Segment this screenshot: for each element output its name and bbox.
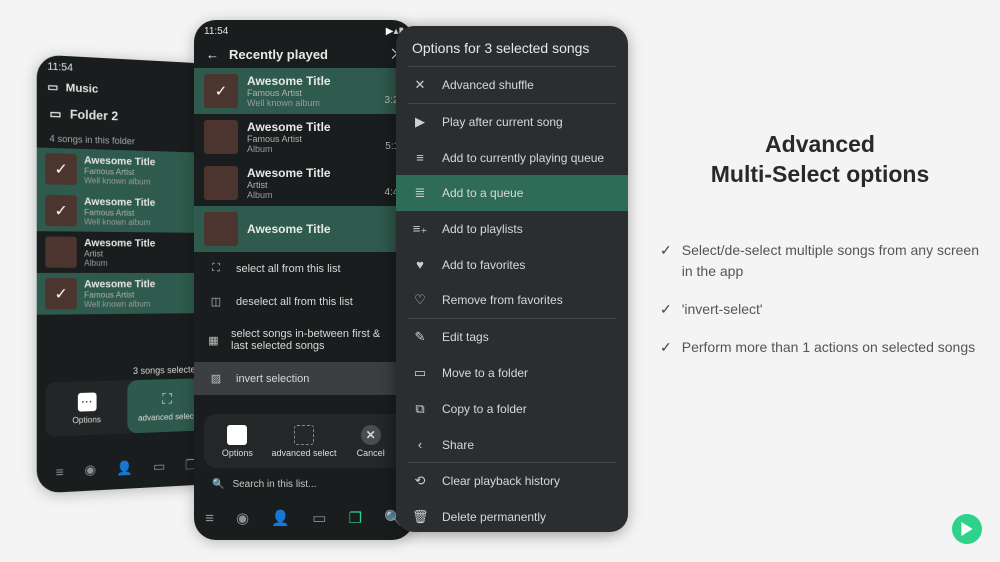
page-header: ← Recently played ⤨ [194,40,414,68]
close-icon: ✕ [361,425,381,445]
option-item[interactable]: ≣Add to a queue [396,175,628,211]
play-icon[interactable]: ◉ [84,462,96,479]
selection-toolbar: Options advanced select ✕Cancel [204,414,404,468]
folder-icon[interactable]: ▭ [312,509,326,527]
select-icon: ⛶ [158,390,176,409]
play-icon [960,522,974,536]
dots-icon [227,425,247,445]
album-art [204,212,238,246]
selection-toolbar: ⋯ Options ⛶ advanced select [45,378,206,437]
search-icon: 🔍 [212,479,224,490]
clock: 11:54 [204,26,382,37]
option-icon: ‹ [412,437,428,452]
options-button[interactable]: Options [204,414,271,468]
folder-icon[interactable]: ▭ [153,458,165,475]
option-icon: ♥ [412,257,428,272]
option-icon: ♡ [412,292,428,308]
bullet-item: ✓Select/de-select multiple songs from an… [660,240,980,283]
option-item[interactable]: 🗑Delete permanently [396,499,628,532]
option-icon: ✎ [412,329,428,345]
marketing-copy: AdvancedMulti-Select options ✓Select/de-… [660,130,980,375]
album-art: ✓ [45,153,77,185]
page-title: Recently played [229,47,328,62]
bullet-item: ✓'invert-select' [660,299,980,321]
song-row[interactable]: Awesome TitleArtistAlbum4:49 [194,160,414,206]
album-art [204,166,238,200]
option-icon: ▶ [412,114,428,130]
song-row[interactable]: ✓Awesome TitleFamous ArtistWell known al… [37,147,214,193]
option-item[interactable]: ✕Advanced shuffle [396,67,628,103]
queue-icon[interactable]: ≡ [205,510,214,527]
song-row[interactable]: Awesome TitleFamous ArtistAlbum5:11 [194,114,414,160]
advanced-select-button[interactable]: advanced select [271,414,338,468]
select-action[interactable]: ▨invert selection [194,362,414,395]
select-icon: ⛶ [208,262,224,275]
option-icon: 🗑 [412,509,428,525]
select-icon [294,425,314,445]
folder-icon: ▭ [47,80,58,94]
option-item[interactable]: ‹Share [396,427,628,462]
search-input[interactable]: 🔍 Search in this list... [204,472,404,496]
select-action[interactable]: ◫deselect all from this list [194,285,414,318]
song-row[interactable]: ✓Awesome TitleFamous ArtistWell known al… [37,273,214,315]
bottom-nav: ≡ ◉ 👤 ▭ ❐ [37,444,214,494]
selection-count: 3 songs selected [133,364,200,376]
artist-icon[interactable]: 👤 [117,460,134,477]
queue-icon[interactable]: ≡ [56,464,64,480]
app-badge [952,514,982,544]
check-icon: ✓ [660,299,672,321]
option-icon: ✕ [412,77,428,93]
folder-name: Folder 2 [70,107,118,123]
album-art [204,120,238,154]
status-bar: 11:54 ▶ ▴▮ [194,20,414,40]
check-icon: ✓ [660,240,672,283]
option-item[interactable]: ♡Remove from favorites [396,282,628,318]
select-icon: ▨ [208,372,224,385]
album-art: ✓ [45,195,77,227]
options-button[interactable]: ⋯ Options [45,380,127,436]
option-item[interactable]: ≡₊Add to playlists [396,211,628,247]
bullet-item: ✓Perform more than 1 actions on selected… [660,337,980,359]
option-item[interactable]: ▭Move to a folder [396,355,628,391]
song-row[interactable]: ✓Awesome TitleFamous ArtistWell known al… [194,68,414,114]
option-item[interactable]: ✎Edit tags [396,319,628,355]
select-icon: ▦ [208,334,219,347]
option-item[interactable]: ≡Add to currently playing queue [396,140,628,175]
play-icon[interactable]: ◉ [236,509,249,527]
song-row[interactable]: Awesome Title [194,206,414,252]
device-left: 11:54 ▶ ▭ Music ▭ Folder 2 4 songs in th… [37,54,214,493]
option-item[interactable]: ⟲Clear playback history [396,463,628,499]
option-icon: ≣ [412,185,428,201]
option-icon: ≡₊ [412,221,428,237]
back-icon[interactable]: ← [206,47,219,62]
option-icon: ⧉ [412,401,428,417]
library-icon[interactable]: ❐ [349,509,362,527]
bottom-nav: ≡ ◉ 👤 ▭ ❐ 🔍 [194,496,414,540]
album-art: ✓ [45,278,77,309]
select-action[interactable]: ▦select songs in-between first & last se… [194,318,414,362]
song-row[interactable]: Awesome TitleArtistAlbum [37,231,214,273]
option-icon: ≡ [412,150,428,165]
dots-icon: ⋯ [77,392,96,411]
play-icon: ▶ [386,26,394,37]
options-sheet: Options for 3 selected songs ✕Advanced s… [396,26,628,532]
song-row[interactable]: ✓Awesome TitleFamous ArtistWell known al… [37,189,214,233]
breadcrumb-label: Music [66,81,98,95]
album-art [45,236,77,267]
option-item[interactable]: ▶Play after current song [396,104,628,140]
option-item[interactable]: ⧉Copy to a folder [396,391,628,427]
select-action[interactable]: ⛶select all from this list [194,252,414,285]
album-art: ✓ [204,74,238,108]
option-item[interactable]: ♥Add to favorites [396,247,628,282]
folder-icon: ▭ [49,106,61,121]
check-icon: ✓ [660,337,672,359]
headline: AdvancedMulti-Select options [660,130,980,190]
artist-icon[interactable]: 👤 [271,509,290,527]
option-icon: ⟲ [412,473,428,489]
option-icon: ▭ [412,365,428,381]
sheet-title: Options for 3 selected songs [396,26,628,66]
device-center: 11:54 ▶ ▴▮ ← Recently played ⤨ ✓Awesome … [194,20,414,540]
select-icon: ◫ [208,295,224,308]
cancel-button[interactable]: ✕Cancel [337,414,404,468]
